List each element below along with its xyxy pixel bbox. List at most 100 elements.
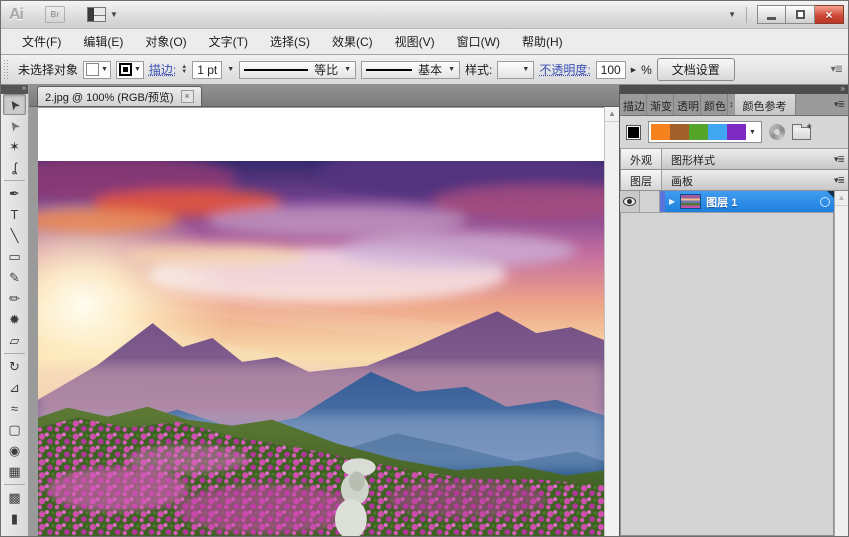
chevron-down-icon[interactable]: ▼ — [746, 129, 759, 136]
control-panel-menu-icon[interactable]: ▾≣ — [831, 64, 843, 75]
edit-colors-icon[interactable] — [768, 124, 785, 140]
eye-icon — [623, 197, 636, 206]
menu-file[interactable]: 文件(F) — [11, 30, 72, 53]
layers-scrollbar[interactable]: ▲ — [835, 191, 848, 536]
width-tool[interactable]: ≈ — [1, 398, 28, 419]
menu-select[interactable]: 选择(S) — [259, 30, 321, 53]
right-panel-dock: » 描边 渐变 透明 颜色 ↕ 颜色参考 ▾≣ ▼ + 外观 图形样式 ▾≣ 图… — [619, 85, 848, 536]
minimize-button[interactable] — [757, 5, 786, 24]
gradient-tool[interactable]: ▮ — [1, 508, 28, 529]
tab-appearance[interactable]: 外观 — [620, 149, 662, 169]
chevron-down-icon[interactable]: ▼ — [227, 66, 234, 73]
rectangle-tool[interactable]: ▭ — [1, 246, 28, 267]
chevron-right-icon[interactable]: ▶ — [631, 66, 636, 74]
magic-wand-tool[interactable]: ✶ — [1, 136, 28, 157]
document-tab[interactable]: 2.jpg @ 100% (RGB/预览) × — [37, 86, 202, 106]
illustrator-window: Ai Br ▼ ▼ × 文件(F) 编辑(E) 对象(O) 文字(T) 选择(S… — [0, 0, 849, 537]
layer-selection-corner — [827, 191, 834, 198]
stroke-weight-field[interactable]: 1 pt — [192, 60, 223, 79]
chevron-down-icon: ▼ — [344, 66, 352, 73]
stroke-panel-link[interactable]: 描边: — [149, 61, 176, 78]
tab-graphic-styles[interactable]: 图形样式 — [662, 149, 724, 169]
panel-menu-icon[interactable]: ▾≣ — [830, 170, 848, 190]
layer-visibility-toggle[interactable] — [620, 191, 640, 212]
menu-window[interactable]: 窗口(W) — [446, 30, 511, 53]
harmony-swatch[interactable] — [651, 124, 670, 140]
disclosure-triangle-icon[interactable]: ▶ — [669, 197, 675, 206]
harmony-swatch[interactable] — [689, 124, 708, 140]
scroll-up-arrow-icon[interactable]: ▲ — [835, 191, 848, 206]
menu-effect[interactable]: 效果(C) — [321, 30, 384, 53]
bridge-button[interactable]: Br — [45, 6, 65, 23]
harmony-swatch[interactable] — [670, 124, 689, 140]
lasso-tool[interactable]: ʆ — [1, 157, 28, 178]
pen-tool[interactable]: ✒ — [1, 183, 28, 204]
free-transform-tool[interactable]: ▢ — [1, 419, 28, 440]
document-tab-title: 2.jpg @ 100% (RGB/预览) — [45, 91, 174, 104]
opacity-link[interactable]: 不透明度: — [539, 61, 590, 78]
paintbrush-tool[interactable]: ✎ — [1, 267, 28, 288]
document-setup-button[interactable]: 文档设置 — [656, 58, 735, 81]
document-tab-bar: 2.jpg @ 100% (RGB/预览) × — [29, 85, 619, 107]
line-segment-tool[interactable]: ╲ — [1, 225, 28, 246]
toolbar-collapse-icon[interactable]: » — [1, 85, 28, 94]
canvas[interactable]: ▲ — [29, 107, 619, 536]
percent-sign: % — [641, 62, 652, 77]
canvas-image[interactable] — [38, 161, 604, 536]
perspective-grid-tool[interactable]: ▦ — [1, 461, 28, 482]
close-icon[interactable]: × — [180, 90, 194, 103]
menu-help[interactable]: 帮助(H) — [511, 30, 574, 53]
type-tool[interactable]: T — [1, 204, 28, 225]
tab-layers[interactable]: 图层 — [620, 170, 662, 190]
tab-color-guide[interactable]: 颜色参考 — [734, 94, 796, 115]
stroke-color-dropdown[interactable]: ▼ — [115, 60, 144, 79]
workspace-switcher[interactable]: ▼ — [87, 7, 118, 22]
restore-button[interactable] — [786, 5, 815, 24]
eraser-tool[interactable]: ▱ — [1, 330, 28, 351]
dock-collapse-icon[interactable]: » — [620, 85, 848, 94]
panel-menu-icon[interactable]: ▾≣ — [830, 94, 848, 115]
menu-view[interactable]: 视图(V) — [384, 30, 446, 53]
opacity-field[interactable]: 100 — [595, 60, 626, 79]
layer-target-icon[interactable] — [820, 196, 830, 207]
scale-tool[interactable]: ⊿ — [1, 377, 28, 398]
chevron-down-icon: ▼ — [101, 66, 108, 73]
panel-grip[interactable] — [3, 58, 9, 81]
panel-menu-icon[interactable]: ▾≣ — [830, 149, 848, 169]
layer-name[interactable]: 图层 1 — [706, 194, 737, 210]
canvas-vertical-scrollbar[interactable]: ▲ — [604, 107, 619, 536]
scroll-up-arrow-icon[interactable]: ▲ — [605, 107, 619, 122]
tab-transparency[interactable]: 透明 — [674, 94, 701, 115]
shape-builder-tool[interactable]: ◉ — [1, 440, 28, 461]
mesh-tool[interactable]: ▩ — [1, 487, 28, 508]
tab-color[interactable]: 颜色 — [701, 94, 728, 115]
pencil-tool[interactable]: ✏ — [1, 288, 28, 309]
close-button[interactable]: × — [815, 5, 844, 24]
layer-selected-area[interactable]: ▶ 图层 1 — [665, 191, 834, 212]
title-menu-caret-icon[interactable]: ▼ — [728, 10, 736, 19]
harmony-swatch[interactable] — [708, 124, 727, 140]
base-color-swatch[interactable] — [626, 124, 641, 140]
style-dropdown[interactable]: ▼ — [497, 60, 535, 79]
menu-type[interactable]: 文字(T) — [198, 30, 259, 53]
layer-thumbnail — [680, 194, 702, 209]
harmony-swatch[interactable] — [727, 124, 746, 140]
tab-artboards[interactable]: 画板 — [662, 170, 702, 190]
new-color-group-icon[interactable] — [791, 121, 812, 140]
selection-tool[interactable]: ➤ — [3, 94, 26, 115]
tab-stroke[interactable]: 描边 — [620, 94, 647, 115]
brush-definition-dropdown[interactable]: 基本 ▼ — [361, 60, 461, 79]
artboard-white-area[interactable] — [38, 108, 604, 161]
direct-selection-tool[interactable]: ➤ — [1, 115, 28, 136]
rotate-tool[interactable]: ↻ — [1, 356, 28, 377]
menu-object[interactable]: 对象(O) — [134, 30, 197, 53]
width-profile-dropdown[interactable]: 等比 ▼ — [239, 60, 357, 79]
tab-gradient[interactable]: 渐变 — [647, 94, 674, 115]
blob-brush-tool[interactable]: ✹ — [1, 309, 28, 330]
layer-row[interactable]: ▶ 图层 1 — [620, 191, 834, 213]
stroke-weight-stepper[interactable]: ▲ ▼ — [181, 64, 187, 75]
menu-edit[interactable]: 编辑(E) — [72, 30, 134, 53]
fill-color-dropdown[interactable]: ▼ — [83, 60, 111, 79]
harmony-colors-strip[interactable]: ▼ — [648, 121, 762, 143]
layer-lock-toggle[interactable] — [640, 191, 660, 212]
